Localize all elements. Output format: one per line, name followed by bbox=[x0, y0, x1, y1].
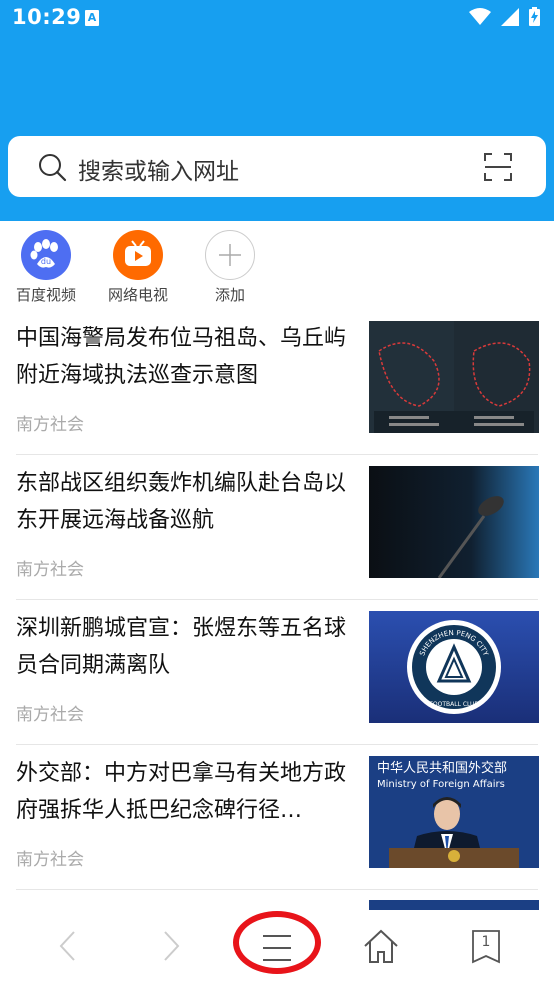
quick-links: du 百度视频 网络电视 添加 bbox=[0, 222, 554, 310]
back-icon[interactable] bbox=[46, 924, 90, 968]
battery-charging-icon bbox=[529, 7, 540, 26]
quick-link-network-tv[interactable]: 网络电视 bbox=[98, 230, 178, 305]
quick-link-label: 添加 bbox=[214, 286, 245, 304]
highlight-circle-annotation bbox=[233, 911, 321, 974]
news-title[interactable]: 外交部：中方对巴拿马有关地方政府强拆华人抵巴纪念碑行径… bbox=[16, 755, 362, 829]
news-source: 南方社会 bbox=[16, 415, 84, 435]
home-icon[interactable] bbox=[359, 924, 403, 968]
news-item[interactable]: 外交部：中方对巴拿马有关地方政府强拆华人抵巴纪念碑行径… 南方社会 中华人民共和… bbox=[0, 745, 554, 890]
mfa-banner-en-text: Ministry of Foreign Affairs bbox=[377, 779, 505, 790]
news-title[interactable]: 东部战区组织轰炸机编队赴台岛以东开展远海战备巡航 bbox=[16, 465, 362, 539]
forward-icon[interactable] bbox=[149, 924, 193, 968]
search-icon bbox=[39, 154, 67, 182]
quick-link-baidu-video[interactable]: du 百度视频 bbox=[6, 230, 86, 305]
press-conference-thumbnail[interactable]: 中华人民共和国外交部 Ministry of Foreign Affairs bbox=[369, 756, 539, 868]
news-item[interactable]: 深圳新鹏城官宣：张煜东等五名球员合同期满离队 南方社会 SHENZHEN PEN… bbox=[0, 600, 554, 745]
quick-link-label: 百度视频 bbox=[15, 286, 76, 304]
news-source: 南方社会 bbox=[16, 705, 84, 725]
news-item-partial[interactable] bbox=[0, 890, 554, 910]
quick-link-add[interactable]: 添加 bbox=[190, 230, 270, 305]
quick-link-label: 网络电视 bbox=[107, 286, 168, 304]
map-thumbnail[interactable] bbox=[369, 321, 539, 433]
club-sub-text: FOOTBALL CLUB bbox=[429, 701, 478, 708]
search-input[interactable]: 搜索或输入网址 bbox=[78, 152, 239, 186]
tabs-button[interactable]: 1 bbox=[464, 924, 508, 968]
mfa-banner-text: 中华人民共和国外交部 bbox=[377, 760, 507, 776]
status-time: 10:29 bbox=[12, 5, 82, 29]
club-logo-thumbnail[interactable]: SHENZHEN PENG CITY FOOTBALL CLUB bbox=[369, 611, 539, 723]
news-item[interactable]: 东部战区组织轰炸机编队赴台岛以东开展远海战备巡航 南方社会 bbox=[0, 455, 554, 600]
svg-text:du: du bbox=[41, 257, 51, 266]
tab-count: 1 bbox=[481, 934, 491, 950]
news-title[interactable]: 深圳新鹏城官宣：张煜东等五名球员合同期满离队 bbox=[16, 610, 362, 684]
baidu-paw-icon: du bbox=[21, 230, 71, 280]
news-source: 南方社会 bbox=[16, 560, 84, 580]
browser-header: 10:29 A 搜索或输入网址 bbox=[0, 0, 554, 221]
plus-icon bbox=[205, 230, 255, 280]
news-source: 南方社会 bbox=[16, 850, 84, 870]
news-title[interactable]: 中国海警局发布位马祖岛、乌丘屿附近海域执法巡查示意图 bbox=[16, 320, 362, 394]
signal-icon bbox=[501, 7, 519, 26]
tv-icon bbox=[113, 230, 163, 280]
microphone-thumbnail[interactable] bbox=[369, 466, 539, 578]
status-bar: 10:29 A bbox=[0, 0, 554, 38]
partial-thumbnail bbox=[369, 900, 539, 910]
wifi-icon bbox=[469, 7, 491, 25]
notification-icon: A bbox=[85, 10, 99, 26]
scan-icon[interactable] bbox=[484, 153, 512, 181]
search-bar[interactable]: 搜索或输入网址 bbox=[8, 136, 546, 197]
news-item[interactable]: 中国海警局发布位马祖岛、乌丘屿附近海域执法巡查示意图 南方社会 bbox=[0, 310, 554, 455]
